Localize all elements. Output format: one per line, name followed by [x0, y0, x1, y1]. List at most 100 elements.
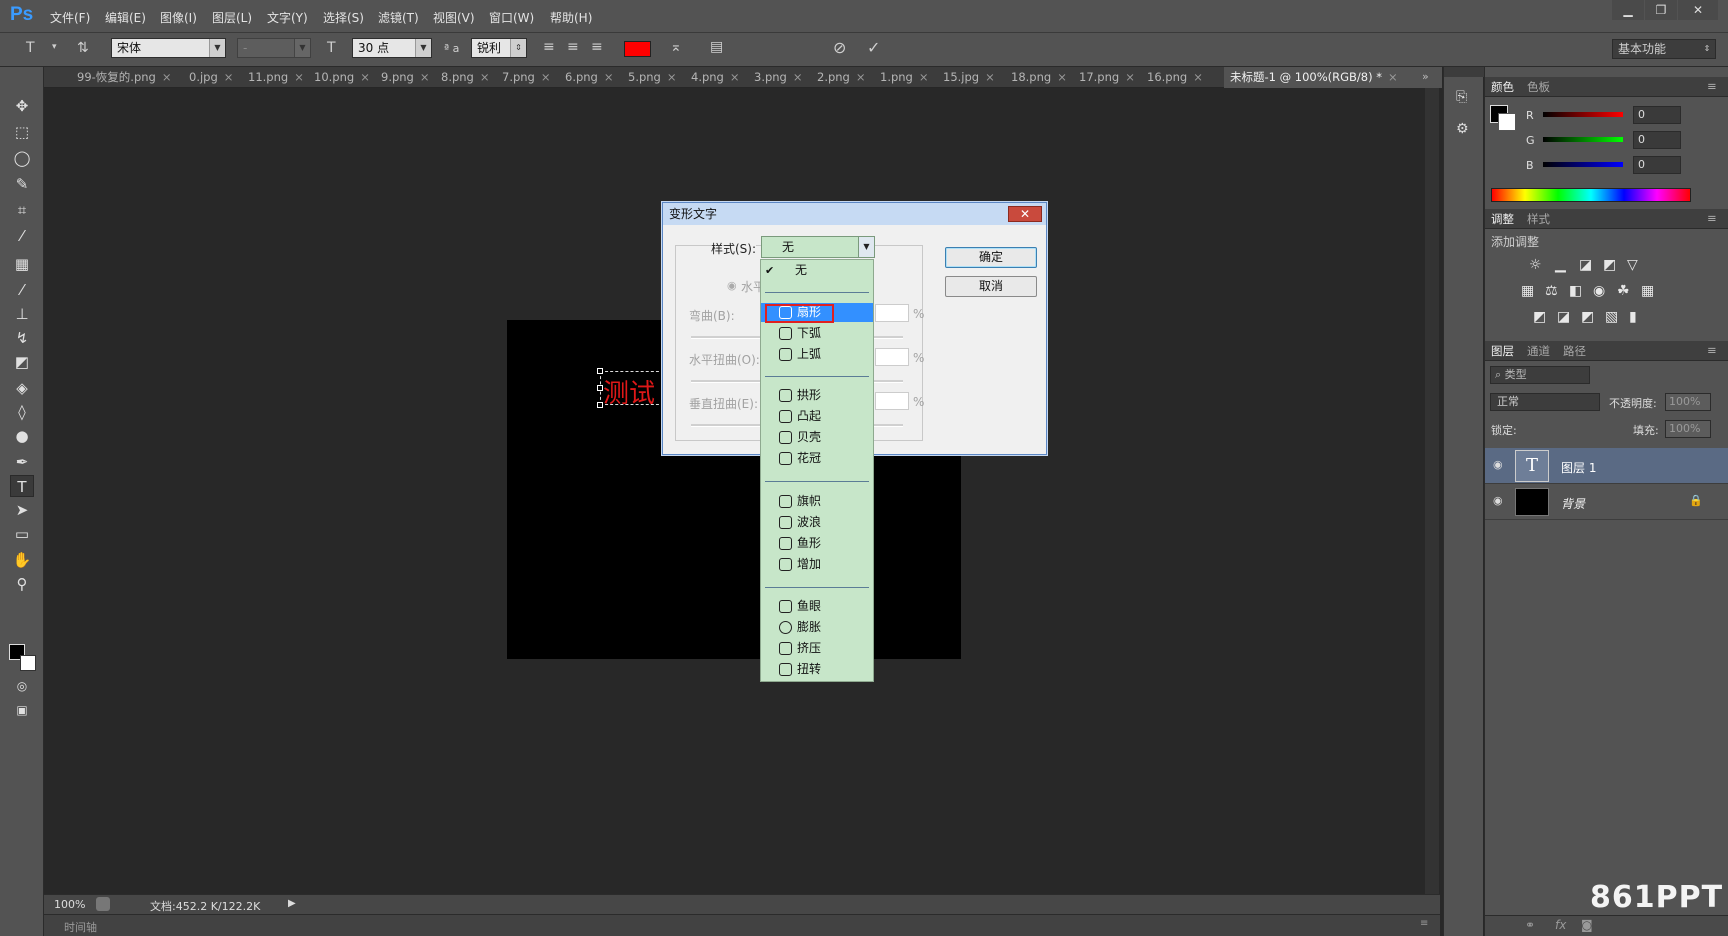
- doc-tab[interactable]: 8.png ×: [435, 67, 490, 88]
- crop-tool-icon[interactable]: ⌗: [10, 199, 34, 221]
- green-slider[interactable]: [1543, 137, 1623, 142]
- hand-tool-icon[interactable]: ✋: [10, 549, 34, 571]
- color-spectrum-bar[interactable]: [1491, 188, 1691, 202]
- doc-tab[interactable]: 9.png ×: [375, 67, 430, 88]
- eraser-tool-icon[interactable]: ◩: [10, 351, 34, 373]
- tab-layers[interactable]: 图层: [1491, 343, 1514, 359]
- screen-mode-icon[interactable]: ▣: [10, 699, 34, 721]
- orientation-toggle-icon[interactable]: ⇅: [77, 40, 89, 56]
- antialias-select[interactable]: 锐利 ⇕: [471, 38, 527, 58]
- background-color-swatch[interactable]: [20, 655, 36, 671]
- doc-tab[interactable]: 4.png ×: [685, 67, 740, 88]
- tab-adjustments[interactable]: 调整: [1491, 211, 1514, 227]
- menu-image[interactable]: 图像(I): [160, 9, 197, 26]
- balance-icon[interactable]: ⚖: [1545, 283, 1558, 299]
- font-style-select[interactable]: - ▼: [237, 38, 311, 58]
- properties-panel-icon[interactable]: ⚙: [1456, 121, 1469, 137]
- menu-help[interactable]: 帮助(H): [550, 9, 592, 26]
- paint-bucket-icon[interactable]: ◈: [10, 377, 34, 399]
- workspace-select[interactable]: 基本功能 ⇕: [1612, 39, 1716, 59]
- style-option-wave[interactable]: 波浪: [761, 513, 873, 532]
- doc-tab-active[interactable]: 未标题-1 @ 100%(RGB/8) * ×: [1224, 67, 1442, 88]
- panel-menu-icon[interactable]: ≡: [1707, 79, 1717, 93]
- photo-filter-icon[interactable]: ◉: [1593, 283, 1605, 299]
- menu-window[interactable]: 窗口(W): [489, 9, 534, 26]
- doc-tab[interactable]: 0.jpg ×: [183, 67, 233, 88]
- transform-handle[interactable]: [597, 385, 603, 391]
- align-center-icon[interactable]: ≡: [567, 39, 579, 55]
- quick-select-tool-icon[interactable]: ✎: [10, 173, 34, 195]
- font-family-select[interactable]: 宋体 ▼: [111, 38, 226, 58]
- panel-menu-icon[interactable]: ≡: [1420, 918, 1428, 929]
- doc-tab[interactable]: 16.png ×: [1141, 67, 1203, 88]
- doc-tab[interactable]: 6.png ×: [559, 67, 614, 88]
- type-tool-icon[interactable]: T: [10, 475, 34, 497]
- shape-tool-icon[interactable]: ▭: [10, 523, 34, 545]
- posterize-icon[interactable]: ◪: [1557, 309, 1570, 325]
- align-right-icon[interactable]: ≡: [591, 39, 603, 55]
- commit-check-icon[interactable]: ✓: [867, 38, 880, 57]
- menu-type[interactable]: 文字(Y): [267, 9, 308, 26]
- cancel-icon[interactable]: ⊘: [833, 38, 846, 57]
- channel-mixer-icon[interactable]: ☘: [1617, 283, 1630, 299]
- doc-tab[interactable]: 18.png ×: [1005, 67, 1067, 88]
- layer-row[interactable]: ◉ T 图层 1: [1485, 448, 1728, 484]
- style-option-arch[interactable]: 拱形: [761, 386, 873, 405]
- brightness-icon[interactable]: ☼: [1529, 257, 1542, 273]
- type-tool-icon[interactable]: T: [26, 40, 35, 56]
- tab-color[interactable]: 颜色: [1491, 79, 1514, 95]
- vibrance-icon[interactable]: ▽: [1627, 257, 1638, 273]
- opacity-input[interactable]: 100%: [1665, 393, 1711, 411]
- menu-select[interactable]: 选择(S): [323, 9, 364, 26]
- blend-mode-select[interactable]: 正常: [1490, 393, 1600, 411]
- cancel-button[interactable]: 取消: [945, 276, 1037, 297]
- zoom-tool-icon[interactable]: ⚲: [10, 573, 34, 595]
- mask-icon[interactable]: ◙: [1581, 918, 1593, 932]
- tab-styles[interactable]: 样式: [1527, 211, 1550, 227]
- curves-icon[interactable]: ◪: [1579, 257, 1592, 273]
- style-option-twist[interactable]: 扭转: [761, 660, 873, 679]
- doc-tab[interactable]: 10.png ×: [308, 67, 370, 88]
- style-option-flower[interactable]: 花冠: [761, 449, 873, 468]
- eyedropper-tool-icon[interactable]: ⁄: [10, 225, 34, 247]
- panel-menu-icon[interactable]: ≡: [1707, 343, 1717, 357]
- share-icon[interactable]: [96, 897, 110, 911]
- radio-horizontal-icon[interactable]: ◉: [727, 279, 737, 292]
- layer-row[interactable]: ◉ 背景 🔒: [1485, 484, 1728, 520]
- move-tool-icon[interactable]: ✥: [10, 95, 34, 117]
- tab-paths[interactable]: 路径: [1563, 343, 1586, 359]
- background-color-swatch[interactable]: [1498, 113, 1516, 131]
- link-icon[interactable]: ⚭: [1525, 918, 1535, 932]
- status-menu-arrow-icon[interactable]: ▶: [288, 898, 296, 909]
- levels-icon[interactable]: ▁: [1555, 257, 1566, 273]
- font-size-select[interactable]: 30 点 ▼: [352, 38, 432, 58]
- menu-view[interactable]: 视图(V): [433, 9, 475, 26]
- doc-tab[interactable]: 5.png ×: [622, 67, 677, 88]
- brush-tool-icon[interactable]: ⁄: [10, 279, 34, 301]
- tabs-overflow-icon[interactable]: »: [1422, 70, 1429, 83]
- invert-icon[interactable]: ◩: [1533, 309, 1546, 325]
- history-panel-icon[interactable]: ⎘: [1456, 89, 1467, 105]
- style-option-rise[interactable]: 增加: [761, 555, 873, 574]
- tab-swatches[interactable]: 色板: [1527, 79, 1550, 95]
- exposure-icon[interactable]: ◩: [1603, 257, 1616, 273]
- hdist-input[interactable]: [875, 348, 909, 366]
- close-icon[interactable]: ✕: [1008, 206, 1042, 222]
- ok-button[interactable]: 确定: [945, 247, 1037, 268]
- doc-tab[interactable]: 7.png ×: [496, 67, 551, 88]
- panel-menu-icon[interactable]: ≡: [1707, 211, 1717, 225]
- blur-tool-icon[interactable]: ◊: [10, 401, 34, 423]
- healing-tool-icon[interactable]: ▦: [10, 253, 34, 275]
- style-option-bulge[interactable]: 凸起: [761, 407, 873, 426]
- gradient-map-icon[interactable]: ▮: [1629, 309, 1637, 325]
- eye-icon[interactable]: ◉: [1493, 494, 1503, 507]
- menu-layer[interactable]: 图层(L): [212, 9, 252, 26]
- restore-icon[interactable]: ❐: [1645, 0, 1677, 20]
- menu-file[interactable]: 文件(F): [50, 9, 90, 26]
- menu-edit[interactable]: 编辑(E): [105, 9, 146, 26]
- selective-color-icon[interactable]: ▧: [1605, 309, 1618, 325]
- timeline-tab[interactable]: 时间轴: [64, 919, 97, 935]
- fx-icon[interactable]: fx: [1555, 918, 1566, 932]
- eye-icon[interactable]: ◉: [1493, 458, 1503, 471]
- vertical-scrollbar[interactable]: [1425, 88, 1439, 894]
